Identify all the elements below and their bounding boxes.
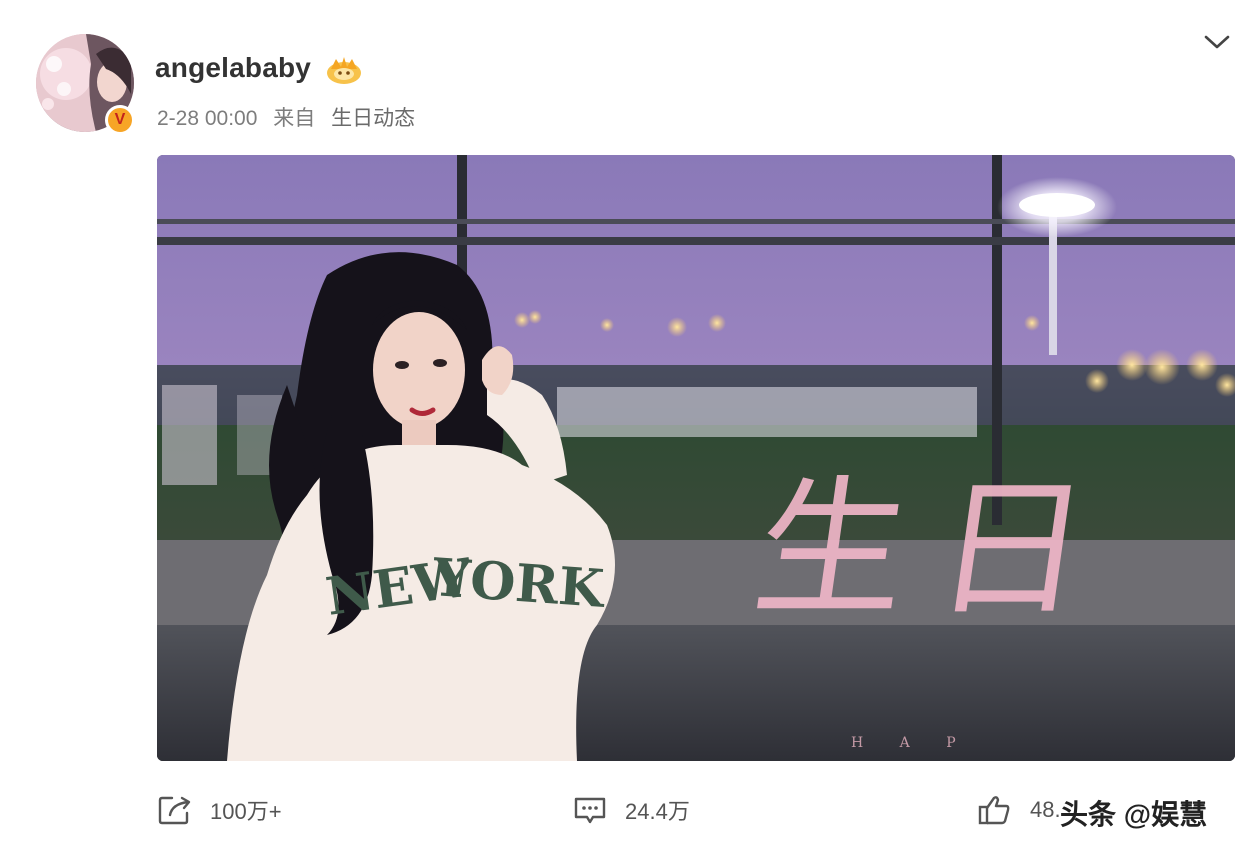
source-prefix: 来自 bbox=[273, 107, 316, 130]
thumbs-up-icon bbox=[978, 796, 1010, 825]
post-time[interactable]: 2-28 00:00 bbox=[157, 107, 257, 130]
share-icon bbox=[158, 796, 191, 825]
watermark: 头条 @娱慧 bbox=[1060, 799, 1208, 830]
username[interactable]: angelababy bbox=[155, 52, 311, 84]
like-count: 48. bbox=[1030, 797, 1061, 822]
shirt-text-york: YORK bbox=[430, 547, 607, 620]
photo-scene: NEW YORK bbox=[157, 155, 1235, 761]
post-meta: 2-28 00:00 来自 生日动态 bbox=[157, 102, 425, 132]
verified-v-icon: V bbox=[105, 105, 135, 135]
post-image[interactable]: NEW YORK 生日 H A P bbox=[157, 155, 1235, 761]
like-button[interactable]: 48. bbox=[978, 785, 1061, 835]
comment-icon bbox=[574, 797, 606, 824]
repost-button[interactable]: 100万+ bbox=[158, 785, 282, 835]
photo-small-text: H A P bbox=[851, 735, 972, 751]
photo-calligraphy: 生日 bbox=[744, 463, 1130, 637]
weibo-post-card: V angelababy 2-28 00:00 来自 生日动态 NEW YORK… bbox=[0, 0, 1250, 852]
comment-count: 24.4万 bbox=[625, 799, 690, 824]
comment-button[interactable]: 24.4万 bbox=[573, 785, 690, 835]
chevron-down-icon[interactable] bbox=[1203, 32, 1231, 52]
post-source[interactable]: 生日动态 bbox=[331, 107, 415, 130]
repost-count: 100万+ bbox=[210, 799, 282, 824]
crown-badge-icon[interactable] bbox=[325, 55, 363, 85]
